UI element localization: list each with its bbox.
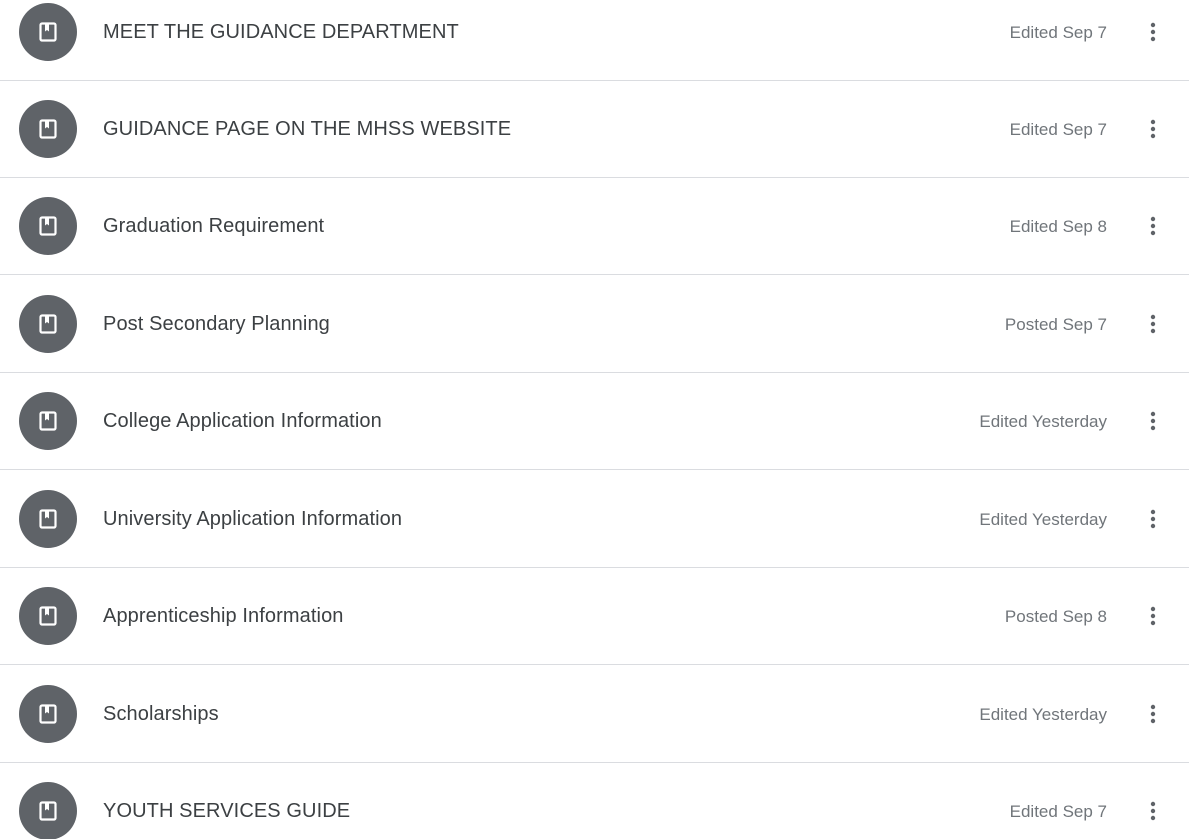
bookmark-book-icon bbox=[39, 411, 57, 431]
material-avatar bbox=[19, 197, 77, 255]
material-avatar bbox=[19, 782, 77, 839]
bookmark-book-icon bbox=[39, 704, 57, 724]
material-avatar bbox=[19, 685, 77, 743]
more-vert-icon bbox=[1150, 606, 1156, 626]
more-vert-icon bbox=[1150, 119, 1156, 139]
material-title[interactable]: GUIDANCE PAGE ON THE MHSS WEBSITE bbox=[103, 81, 511, 178]
list-item[interactable]: University Application Information Edite… bbox=[0, 471, 1189, 568]
material-avatar bbox=[19, 100, 77, 158]
more-options-button[interactable] bbox=[1135, 403, 1171, 439]
bookmark-book-icon bbox=[39, 216, 57, 236]
material-avatar bbox=[19, 295, 77, 353]
list-item[interactable]: Apprenticeship Information Posted Sep 8 bbox=[0, 568, 1189, 665]
more-vert-icon bbox=[1150, 704, 1156, 724]
more-options-button[interactable] bbox=[1135, 208, 1171, 244]
more-options-button[interactable] bbox=[1135, 793, 1171, 829]
list-item[interactable]: Post Secondary Planning Posted Sep 7 bbox=[0, 276, 1189, 373]
list-item[interactable]: Graduation Requirement Edited Sep 8 bbox=[0, 178, 1189, 275]
material-title[interactable]: Post Secondary Planning bbox=[103, 276, 330, 373]
material-status: Edited Sep 7 bbox=[1009, 23, 1107, 42]
more-vert-icon bbox=[1150, 314, 1156, 334]
bookmark-book-icon bbox=[39, 801, 57, 821]
materials-list: MEET THE GUIDANCE DEPARTMENT Edited Sep … bbox=[0, 0, 1189, 839]
material-title[interactable]: MEET THE GUIDANCE DEPARTMENT bbox=[103, 0, 459, 81]
bookmark-book-icon bbox=[39, 119, 57, 139]
material-title[interactable]: Apprenticeship Information bbox=[103, 568, 344, 665]
material-status: Posted Sep 7 bbox=[1004, 315, 1107, 334]
list-item[interactable]: YOUTH SERVICES GUIDE Edited Sep 7 bbox=[0, 763, 1189, 839]
material-avatar bbox=[19, 3, 77, 61]
material-avatar bbox=[19, 490, 77, 548]
bookmark-book-icon bbox=[39, 314, 57, 334]
more-vert-icon bbox=[1150, 801, 1156, 821]
more-vert-icon bbox=[1150, 509, 1156, 529]
material-title[interactable]: Graduation Requirement bbox=[103, 178, 324, 275]
material-avatar bbox=[19, 587, 77, 645]
list-item[interactable]: MEET THE GUIDANCE DEPARTMENT Edited Sep … bbox=[0, 0, 1189, 81]
more-vert-icon bbox=[1150, 411, 1156, 431]
material-title[interactable]: Scholarships bbox=[103, 666, 219, 763]
more-options-button[interactable] bbox=[1135, 111, 1171, 147]
list-item[interactable]: Scholarships Edited Yesterday bbox=[0, 666, 1189, 763]
material-title[interactable]: College Application Information bbox=[103, 373, 382, 470]
material-title[interactable]: University Application Information bbox=[103, 471, 402, 568]
list-item[interactable]: GUIDANCE PAGE ON THE MHSS WEBSITE Edited… bbox=[0, 81, 1189, 178]
bookmark-book-icon bbox=[39, 509, 57, 529]
more-options-button[interactable] bbox=[1135, 306, 1171, 342]
more-vert-icon bbox=[1150, 216, 1156, 236]
material-avatar bbox=[19, 392, 77, 450]
more-vert-icon bbox=[1150, 22, 1156, 42]
material-title[interactable]: YOUTH SERVICES GUIDE bbox=[103, 763, 350, 839]
material-status: Edited Sep 7 bbox=[1009, 120, 1107, 139]
list-item[interactable]: College Application Information Edited Y… bbox=[0, 373, 1189, 470]
more-options-button[interactable] bbox=[1135, 14, 1171, 50]
bookmark-book-icon bbox=[39, 22, 57, 42]
material-status: Posted Sep 8 bbox=[1004, 607, 1107, 626]
material-status: Edited Sep 7 bbox=[1009, 802, 1107, 821]
more-options-button[interactable] bbox=[1135, 696, 1171, 732]
bookmark-book-icon bbox=[39, 606, 57, 626]
more-options-button[interactable] bbox=[1135, 598, 1171, 634]
material-status: Edited Yesterday bbox=[979, 705, 1107, 724]
material-status: Edited Yesterday bbox=[979, 510, 1107, 529]
material-status: Edited Yesterday bbox=[979, 412, 1107, 431]
material-status: Edited Sep 8 bbox=[1009, 217, 1107, 236]
more-options-button[interactable] bbox=[1135, 501, 1171, 537]
